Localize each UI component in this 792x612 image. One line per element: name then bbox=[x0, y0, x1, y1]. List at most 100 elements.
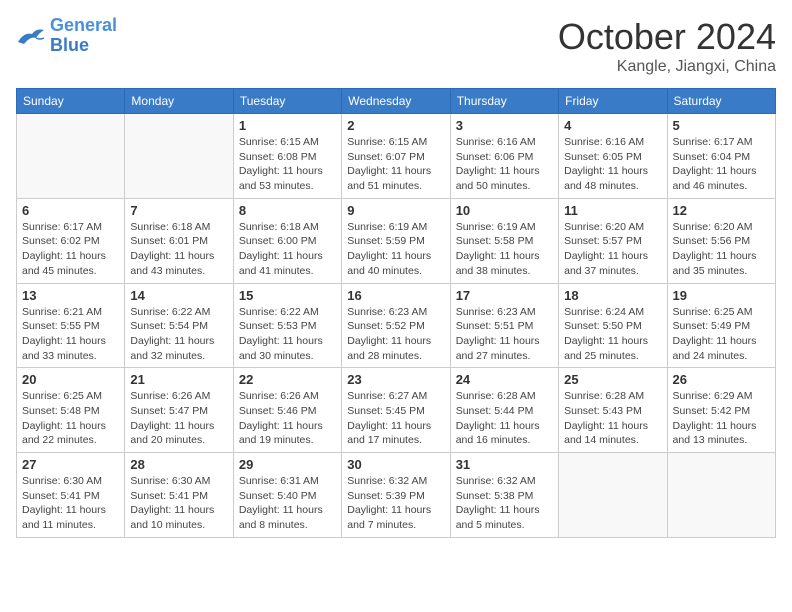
day-info: Sunrise: 6:22 AMSunset: 5:53 PMDaylight:… bbox=[239, 305, 336, 364]
calendar-cell: 27 Sunrise: 6:30 AMSunset: 5:41 PMDayligh… bbox=[17, 453, 125, 538]
day-info: Sunrise: 6:30 AMSunset: 5:41 PMDaylight:… bbox=[22, 474, 119, 533]
day-info: Sunrise: 6:17 AMSunset: 6:02 PMDaylight:… bbox=[22, 220, 119, 279]
logo-text: General bbox=[50, 16, 117, 36]
day-number: 17 bbox=[456, 288, 553, 303]
day-number: 19 bbox=[673, 288, 770, 303]
calendar-cell bbox=[17, 114, 125, 199]
day-info: Sunrise: 6:18 AMSunset: 6:01 PMDaylight:… bbox=[130, 220, 227, 279]
day-info: Sunrise: 6:18 AMSunset: 6:00 PMDaylight:… bbox=[239, 220, 336, 279]
calendar-cell: 19Sunrise: 6:25 AMSunset: 5:49 PMDayligh… bbox=[667, 283, 775, 368]
title-block: October 2024 Kangle, Jiangxi, China bbox=[558, 16, 776, 76]
calendar-week-row: 20 Sunrise: 6:25 AMSunset: 5:48 PMDayligh… bbox=[17, 368, 776, 453]
day-number: 9 bbox=[347, 203, 444, 218]
calendar-cell: 29 Sunrise: 6:31 AMSunset: 5:40 PMDayligh… bbox=[233, 453, 341, 538]
weekday-header-row: SundayMondayTuesdayWednesdayThursdayFrid… bbox=[17, 89, 776, 114]
calendar-cell: 1 Sunrise: 6:15 AMSunset: 6:08 PMDaylight… bbox=[233, 114, 341, 199]
calendar-cell: 23 Sunrise: 6:27 AMSunset: 5:45 PMDayligh… bbox=[342, 368, 450, 453]
day-info: Sunrise: 6:27 AMSunset: 5:45 PMDaylight:… bbox=[347, 389, 444, 448]
calendar-cell: 31 Sunrise: 6:32 AMSunset: 5:38 PMDayligh… bbox=[450, 453, 558, 538]
calendar-cell bbox=[559, 453, 667, 538]
weekday-header-sunday: Sunday bbox=[17, 89, 125, 114]
day-info: Sunrise: 6:20 AMSunset: 5:56 PMDaylight:… bbox=[673, 220, 770, 279]
day-number: 21 bbox=[130, 372, 227, 387]
day-info: Sunrise: 6:15 AMSunset: 6:08 PMDaylight:… bbox=[239, 135, 336, 194]
month-title: October 2024 bbox=[558, 16, 776, 58]
day-info: Sunrise: 6:23 AMSunset: 5:52 PMDaylight:… bbox=[347, 305, 444, 364]
calendar-cell: 21 Sunrise: 6:26 AMSunset: 5:47 PMDayligh… bbox=[125, 368, 233, 453]
calendar-cell: 16 Sunrise: 6:23 AMSunset: 5:52 PMDayligh… bbox=[342, 283, 450, 368]
day-info: Sunrise: 6:29 AMSunset: 5:42 PMDaylight:… bbox=[673, 389, 770, 448]
day-info: Sunrise: 6:32 AMSunset: 5:38 PMDaylight:… bbox=[456, 474, 553, 533]
calendar-cell: 5Sunrise: 6:17 AMSunset: 6:04 PMDaylight… bbox=[667, 114, 775, 199]
day-info: Sunrise: 6:19 AMSunset: 5:59 PMDaylight:… bbox=[347, 220, 444, 279]
day-number: 28 bbox=[130, 457, 227, 472]
day-info: Sunrise: 6:15 AMSunset: 6:07 PMDaylight:… bbox=[347, 135, 444, 194]
weekday-header-monday: Monday bbox=[125, 89, 233, 114]
calendar-cell: 30 Sunrise: 6:32 AMSunset: 5:39 PMDayligh… bbox=[342, 453, 450, 538]
calendar-table: SundayMondayTuesdayWednesdayThursdayFrid… bbox=[16, 88, 776, 538]
day-number: 31 bbox=[456, 457, 553, 472]
day-info: Sunrise: 6:26 AMSunset: 5:47 PMDaylight:… bbox=[130, 389, 227, 448]
calendar-cell: 8 Sunrise: 6:18 AMSunset: 6:00 PMDaylight… bbox=[233, 198, 341, 283]
day-number: 30 bbox=[347, 457, 444, 472]
day-number: 1 bbox=[239, 118, 336, 133]
logo-text-blue: Blue bbox=[50, 36, 117, 56]
calendar-cell: 18 Sunrise: 6:24 AMSunset: 5:50 PMDayligh… bbox=[559, 283, 667, 368]
calendar-cell: 14Sunrise: 6:22 AMSunset: 5:54 PMDayligh… bbox=[125, 283, 233, 368]
day-info: Sunrise: 6:17 AMSunset: 6:04 PMDaylight:… bbox=[673, 135, 770, 194]
logo: General Blue bbox=[16, 16, 117, 56]
day-number: 22 bbox=[239, 372, 336, 387]
calendar-cell: 4 Sunrise: 6:16 AMSunset: 6:05 PMDaylight… bbox=[559, 114, 667, 199]
day-number: 18 bbox=[564, 288, 661, 303]
calendar-week-row: 13Sunrise: 6:21 AMSunset: 5:55 PMDayligh… bbox=[17, 283, 776, 368]
calendar-cell: 9 Sunrise: 6:19 AMSunset: 5:59 PMDaylight… bbox=[342, 198, 450, 283]
calendar-cell bbox=[667, 453, 775, 538]
weekday-header-friday: Friday bbox=[559, 89, 667, 114]
calendar-cell: 2 Sunrise: 6:15 AMSunset: 6:07 PMDaylight… bbox=[342, 114, 450, 199]
logo-bird-icon bbox=[16, 24, 46, 48]
day-number: 12 bbox=[673, 203, 770, 218]
day-number: 15 bbox=[239, 288, 336, 303]
calendar-cell bbox=[125, 114, 233, 199]
day-number: 25 bbox=[564, 372, 661, 387]
calendar-cell: 22 Sunrise: 6:26 AMSunset: 5:46 PMDayligh… bbox=[233, 368, 341, 453]
day-info: Sunrise: 6:32 AMSunset: 5:39 PMDaylight:… bbox=[347, 474, 444, 533]
calendar-cell: 11 Sunrise: 6:20 AMSunset: 5:57 PMDayligh… bbox=[559, 198, 667, 283]
day-number: 8 bbox=[239, 203, 336, 218]
day-info: Sunrise: 6:31 AMSunset: 5:40 PMDaylight:… bbox=[239, 474, 336, 533]
day-number: 29 bbox=[239, 457, 336, 472]
day-info: Sunrise: 6:28 AMSunset: 5:44 PMDaylight:… bbox=[456, 389, 553, 448]
calendar-cell: 28Sunrise: 6:30 AMSunset: 5:41 PMDayligh… bbox=[125, 453, 233, 538]
calendar-cell: 26Sunrise: 6:29 AMSunset: 5:42 PMDayligh… bbox=[667, 368, 775, 453]
page-header: General Blue October 2024 Kangle, Jiangx… bbox=[16, 16, 776, 76]
day-number: 2 bbox=[347, 118, 444, 133]
day-info: Sunrise: 6:21 AMSunset: 5:55 PMDaylight:… bbox=[22, 305, 119, 364]
day-info: Sunrise: 6:23 AMSunset: 5:51 PMDaylight:… bbox=[456, 305, 553, 364]
calendar-week-row: 27 Sunrise: 6:30 AMSunset: 5:41 PMDayligh… bbox=[17, 453, 776, 538]
day-info: Sunrise: 6:16 AMSunset: 6:05 PMDaylight:… bbox=[564, 135, 661, 194]
day-number: 11 bbox=[564, 203, 661, 218]
day-info: Sunrise: 6:24 AMSunset: 5:50 PMDaylight:… bbox=[564, 305, 661, 364]
day-info: Sunrise: 6:26 AMSunset: 5:46 PMDaylight:… bbox=[239, 389, 336, 448]
day-number: 7 bbox=[130, 203, 227, 218]
day-number: 10 bbox=[456, 203, 553, 218]
day-number: 27 bbox=[22, 457, 119, 472]
calendar-week-row: 6 Sunrise: 6:17 AMSunset: 6:02 PMDaylight… bbox=[17, 198, 776, 283]
day-number: 6 bbox=[22, 203, 119, 218]
day-info: Sunrise: 6:16 AMSunset: 6:06 PMDaylight:… bbox=[456, 135, 553, 194]
calendar-cell: 10 Sunrise: 6:19 AMSunset: 5:58 PMDayligh… bbox=[450, 198, 558, 283]
day-number: 4 bbox=[564, 118, 661, 133]
day-number: 24 bbox=[456, 372, 553, 387]
location: Kangle, Jiangxi, China bbox=[558, 58, 776, 76]
day-number: 23 bbox=[347, 372, 444, 387]
day-info: Sunrise: 6:19 AMSunset: 5:58 PMDaylight:… bbox=[456, 220, 553, 279]
day-number: 16 bbox=[347, 288, 444, 303]
calendar-cell: 17 Sunrise: 6:23 AMSunset: 5:51 PMDayligh… bbox=[450, 283, 558, 368]
calendar-cell: 20 Sunrise: 6:25 AMSunset: 5:48 PMDayligh… bbox=[17, 368, 125, 453]
calendar-cell: 24 Sunrise: 6:28 AMSunset: 5:44 PMDayligh… bbox=[450, 368, 558, 453]
day-number: 14 bbox=[130, 288, 227, 303]
day-number: 20 bbox=[22, 372, 119, 387]
day-info: Sunrise: 6:28 AMSunset: 5:43 PMDaylight:… bbox=[564, 389, 661, 448]
day-info: Sunrise: 6:25 AMSunset: 5:48 PMDaylight:… bbox=[22, 389, 119, 448]
day-info: Sunrise: 6:20 AMSunset: 5:57 PMDaylight:… bbox=[564, 220, 661, 279]
